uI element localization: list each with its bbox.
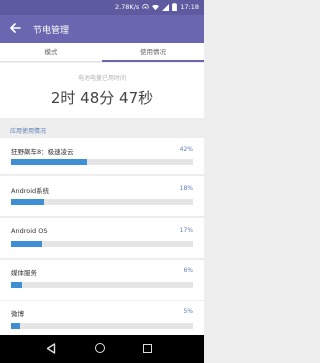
app-name: 微博 <box>11 310 24 318</box>
nav-recents-icon[interactable] <box>143 344 152 353</box>
tab-bar: 模式 使用情况 <box>0 43 204 62</box>
app-percent: 6% <box>183 267 193 274</box>
app-name: Android系统 <box>11 187 50 195</box>
app-name: Android OS <box>11 227 48 235</box>
wifi-icon <box>152 4 160 10</box>
signal-icon <box>162 3 170 11</box>
tab-usage[interactable]: 使用情况 <box>102 43 204 62</box>
usage-bar-fill <box>11 199 44 205</box>
app-usage-item[interactable]: Android系统 18% <box>0 176 204 216</box>
clock: 17:18 <box>180 3 199 11</box>
usage-bar <box>11 159 193 165</box>
hotspot-icon <box>142 3 149 9</box>
usage-bar-fill <box>11 323 21 329</box>
usage-bar <box>11 282 193 288</box>
usage-bar <box>11 199 193 205</box>
summary-label: 电池电量已用时间 <box>77 75 126 82</box>
active-tab-indicator <box>102 60 204 62</box>
network-speed: 2.78K/s <box>114 3 140 11</box>
app-name: 狂野飙车8：极速凌云 <box>11 148 74 156</box>
app-usage-item[interactable]: 媒体服务 6% <box>0 260 204 300</box>
app-percent: 42% <box>179 146 193 153</box>
page-title: 节电管理 <box>33 26 70 36</box>
app-percent: 17% <box>179 227 193 234</box>
tab-mode[interactable]: 模式 <box>0 43 102 62</box>
usage-bar <box>11 323 193 329</box>
usage-time: 2时 48分 47秒 <box>50 89 154 107</box>
usage-bar <box>11 241 193 247</box>
app-usage-item[interactable]: 微博 5% <box>0 301 204 335</box>
usage-bar-fill <box>11 241 42 247</box>
app-usage-item[interactable]: 狂野飙车8：极速凌云 42% <box>0 138 204 174</box>
app-bar: 节电管理 <box>0 15 204 43</box>
usage-bar-fill <box>11 159 88 165</box>
back-arrow-icon[interactable] <box>8 21 22 35</box>
nav-back-icon[interactable] <box>46 343 56 354</box>
battery-icon <box>172 3 178 11</box>
status-bar: 2.78K/s 17:18 <box>0 0 204 15</box>
nav-home-icon[interactable] <box>95 343 105 353</box>
battery-summary: 电池电量已用时间 2时 48分 47秒 <box>0 63 204 118</box>
app-percent: 5% <box>183 308 193 315</box>
tab-label: 模式 <box>44 48 58 56</box>
navigation-bar <box>0 335 204 363</box>
app-name: 媒体服务 <box>11 269 37 277</box>
usage-bar-fill <box>11 282 22 288</box>
section-title: 应用使用情况 <box>10 128 47 135</box>
tab-label: 使用情况 <box>140 48 166 56</box>
app-usage-item[interactable]: Android OS 17% <box>0 218 204 258</box>
app-percent: 18% <box>179 185 193 192</box>
